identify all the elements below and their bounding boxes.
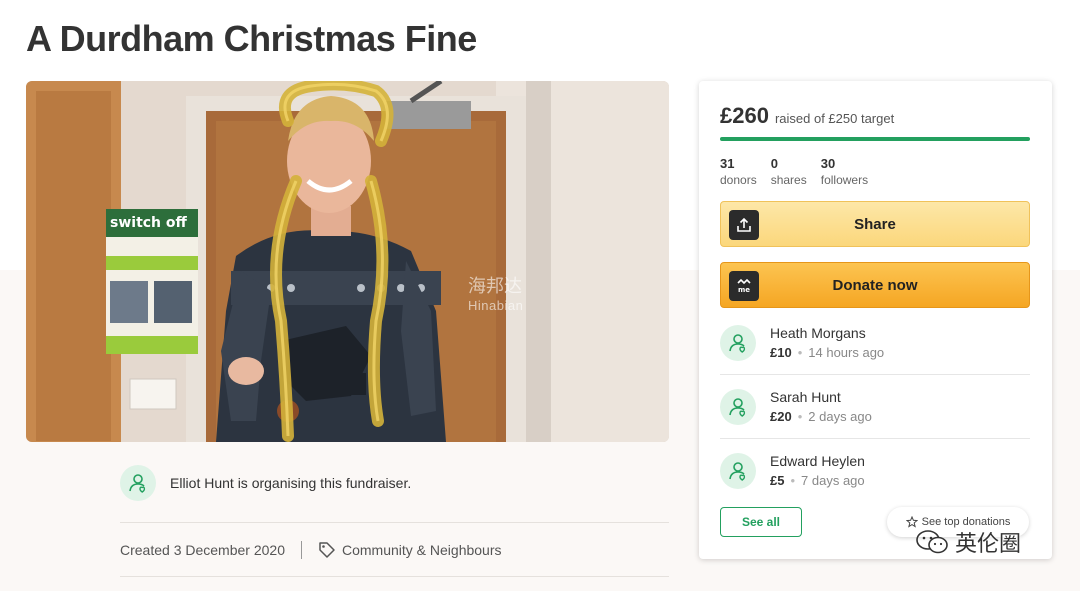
stat-label: followers: [820, 173, 869, 187]
donation-time: 2 days ago: [808, 408, 872, 424]
stats-row: 31 donors 0 shares 30 followers: [720, 156, 868, 188]
raised-summary: £260 raised of £250 target: [720, 103, 894, 129]
donation-details: £5 • 7 days ago: [770, 472, 865, 488]
donation-amount: £10: [770, 344, 792, 360]
share-upload-icon: [729, 210, 759, 240]
donation-card: £260 raised of £250 target 31 donors 0 s…: [699, 81, 1052, 559]
watermark-en-text: Hinabian: [468, 298, 524, 313]
campaign-photo-image: switch off: [26, 81, 669, 442]
heart-person-icon: [729, 397, 746, 417]
wechat-text: 英伦圈: [955, 531, 1022, 556]
donation-time: 7 days ago: [801, 472, 865, 488]
category-link[interactable]: Community & Neighbours: [342, 542, 502, 558]
progress-bar: [720, 137, 1030, 141]
stat-followers: 30 followers: [821, 156, 868, 188]
wechat-watermark: 英伦圈: [915, 526, 1021, 558]
heart-person-icon: [729, 461, 746, 481]
stat-label: shares: [770, 173, 807, 187]
share-button[interactable]: Share: [720, 201, 1030, 247]
stat-shares: 0 shares: [771, 156, 807, 188]
created-date: Created 3 December 2020: [120, 542, 285, 558]
donor-name: Edward Heylen: [770, 452, 865, 469]
meta-separator: [301, 541, 302, 559]
stat-number: 30: [820, 156, 836, 171]
poster-heading-text: switch off: [110, 215, 188, 231]
wechat-icon: [916, 530, 948, 554]
donation-item: Heath Morgans £10 • 14 hours ago: [720, 311, 1030, 374]
campaign-photo: switch off 海邦达 Hinabian: [26, 81, 669, 442]
donor-avatar: [720, 324, 756, 361]
share-button-label: Share: [854, 215, 896, 233]
organiser-avatar: [120, 465, 156, 501]
donate-now-button[interactable]: me Donate now: [720, 262, 1030, 308]
page-title: A Durdham Christmas Fine: [26, 18, 477, 59]
donate-button-label: Donate now: [832, 276, 918, 294]
donation-item: Sarah Hunt £20 • 2 days ago: [720, 375, 1030, 438]
donation-details: £10 • 14 hours ago: [770, 344, 885, 360]
stat-label: donors: [720, 173, 757, 187]
raised-amount: £260: [720, 103, 769, 128]
divider: [120, 522, 669, 523]
donation-amount: £5: [770, 472, 785, 488]
donation-time: 14 hours ago: [808, 344, 885, 360]
donate-icon-text: me: [738, 286, 750, 294]
organiser-row: Elliot Hunt is organising this fundraise…: [120, 463, 411, 503]
divider: [120, 576, 669, 577]
donor-name: Sarah Hunt: [770, 388, 841, 405]
donor-avatar: [720, 452, 756, 489]
progress-fill: [720, 137, 1030, 141]
organiser-text: Elliot Hunt is organising this fundraise…: [170, 475, 412, 491]
stat-number: 31: [720, 156, 735, 171]
watermark-cn-text: 海邦达: [468, 276, 522, 296]
stat-number: 0: [770, 156, 778, 171]
campaign-meta: Created 3 December 2020 Community & Neig…: [120, 538, 502, 562]
raised-target: raised of £250 target: [774, 111, 895, 126]
heart-person-icon: [129, 474, 146, 493]
heart-person-icon: [729, 333, 746, 353]
donor-avatar: [720, 388, 756, 425]
donation-item: Edward Heylen £5 • 7 days ago: [720, 439, 1030, 502]
photo-watermark: 海邦达 Hinabian: [468, 276, 523, 316]
donor-name: Heath Morgans: [770, 324, 866, 341]
gofundme-logo-icon: me: [729, 271, 759, 301]
stat-donors: 31 donors: [720, 156, 757, 188]
tag-icon: [318, 541, 336, 559]
see-all-button[interactable]: See all: [720, 507, 802, 537]
donation-details: £20 • 2 days ago: [770, 408, 872, 424]
donation-amount: £20: [770, 408, 792, 424]
